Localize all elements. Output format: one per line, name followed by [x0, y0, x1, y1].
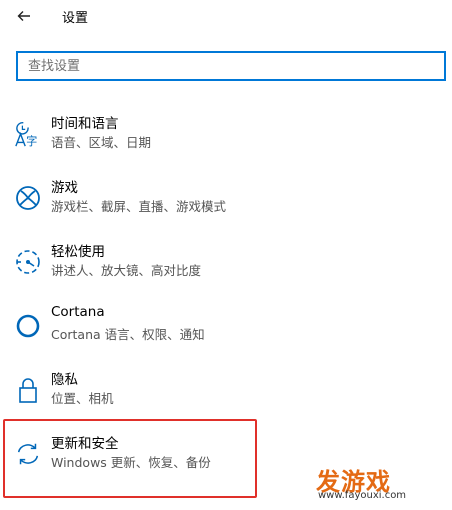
item-name: Cortana	[51, 304, 105, 320]
item-name: 隐私	[51, 372, 78, 388]
item-description: 语音、区域、日期	[51, 135, 152, 150]
item-description: 位置、相机	[51, 391, 114, 406]
settings-window: 设置 字 时间和语言 语音、区域、日期 游戏 游戏栏、截屏、直播、游戏模式	[0, 0, 452, 510]
highlight-box	[3, 419, 257, 498]
time-language-icon: 字	[14, 120, 42, 148]
item-name: 轻松使用	[51, 244, 105, 260]
settings-item-gaming[interactable]: 游戏 游戏栏、截屏、直播、游戏模式	[0, 176, 452, 226]
settings-item-time-language[interactable]: 字 时间和语言 语音、区域、日期	[0, 112, 452, 162]
item-description: Cortana 语言、权限、通知	[51, 327, 205, 342]
header: 设置	[0, 0, 452, 34]
back-button[interactable]	[12, 4, 36, 28]
xbox-icon	[14, 184, 42, 212]
settings-item-ease-of-access[interactable]: 轻松使用 讲述人、放大镜、高对比度	[0, 240, 452, 290]
watermark-url: www.fayouxi.com	[318, 490, 407, 501]
item-description: 讲述人、放大镜、高对比度	[51, 263, 202, 278]
settings-item-cortana[interactable]: Cortana Cortana 语言、权限、通知	[0, 304, 452, 354]
watermark: 发游戏 www.fayouxi.com	[316, 462, 422, 504]
item-name: 游戏	[51, 180, 78, 196]
svg-text:字: 字	[26, 134, 37, 148]
ease-of-access-icon	[14, 248, 42, 276]
item-description: 游戏栏、截屏、直播、游戏模式	[51, 199, 227, 214]
back-arrow-icon	[17, 11, 30, 21]
cortana-icon	[14, 312, 42, 340]
page-title: 设置	[62, 11, 89, 26]
search-box[interactable]	[16, 51, 446, 81]
item-name: 时间和语言	[51, 116, 119, 132]
search-input[interactable]	[18, 53, 408, 79]
lock-icon	[14, 376, 42, 404]
settings-item-privacy[interactable]: 隐私 位置、相机	[0, 368, 452, 418]
